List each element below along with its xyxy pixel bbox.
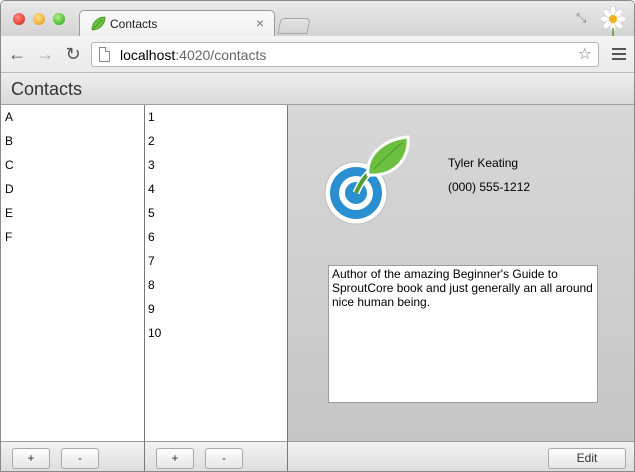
close-window-button[interactable] — [13, 13, 25, 25]
reload-button[interactable]: ↻ — [63, 44, 83, 64]
list-item[interactable]: D — [1, 177, 144, 201]
tab-title: Contacts — [110, 17, 158, 31]
list-item[interactable]: 3 — [145, 153, 287, 177]
contacts-footer: + - — [145, 441, 288, 471]
remove-group-button[interactable]: - — [61, 448, 99, 469]
new-tab-button[interactable] — [277, 18, 311, 34]
browser-tab[interactable]: Contacts × — [79, 10, 275, 37]
forward-button[interactable]: → — [35, 44, 55, 64]
list-item[interactable]: 6 — [145, 225, 287, 249]
menu-icon[interactable] — [612, 46, 626, 60]
list-item[interactable]: F — [1, 225, 144, 249]
list-item[interactable]: 9 — [145, 297, 287, 321]
list-item[interactable]: 5 — [145, 201, 287, 225]
maximize-window-button[interactable] — [53, 13, 65, 25]
minimize-window-button[interactable] — [33, 13, 45, 25]
flower-avatar-icon[interactable] — [600, 6, 626, 36]
url-text[interactable]: localhost:4020/contacts — [120, 47, 266, 63]
groups-list[interactable]: A B C D E F — [1, 105, 145, 441]
contacts-app: Contacts A B C D E F 1 2 3 4 5 6 7 8 9 1… — [1, 73, 634, 471]
add-contact-button[interactable]: + — [156, 448, 194, 469]
page-icon — [99, 47, 110, 62]
contact-bio-textarea[interactable]: Author of the amazing Beginner's Guide t… — [328, 265, 598, 403]
list-item[interactable]: E — [1, 201, 144, 225]
edit-button[interactable]: Edit — [548, 448, 626, 469]
detail-footer: Edit — [288, 441, 634, 471]
browser-window: Contacts × ⤡ ← → ↻ localhost:4020/contac… — [0, 0, 635, 472]
contact-name: Tyler Keating — [448, 156, 519, 170]
contact-phone: (000) 555-1212 — [448, 180, 531, 194]
remove-contact-button[interactable]: - — [205, 448, 243, 469]
back-button[interactable]: ← — [7, 44, 27, 64]
list-item[interactable]: C — [1, 153, 144, 177]
browser-toolbar: ← → ↻ localhost:4020/contacts ☆ — [1, 36, 634, 73]
contacts-list[interactable]: 1 2 3 4 5 6 7 8 9 10 — [145, 105, 288, 441]
contact-detail-panel: Tyler Keating (000) 555-1212 Author of t… — [288, 105, 634, 441]
list-item[interactable]: 4 — [145, 177, 287, 201]
groups-footer: + - — [1, 441, 145, 471]
list-item[interactable]: A — [1, 105, 144, 129]
app-header: Contacts — [1, 73, 634, 105]
list-item[interactable]: 7 — [145, 249, 287, 273]
sproutcore-leaf-icon — [91, 16, 106, 31]
list-item[interactable]: B — [1, 129, 144, 153]
sproutcore-logo-icon — [324, 135, 410, 225]
tab-close-icon[interactable]: × — [256, 15, 264, 31]
address-bar[interactable]: localhost:4020/contacts ☆ — [91, 42, 599, 67]
title-bar: Contacts × ⤡ — [1, 1, 634, 37]
fullscreen-icon[interactable]: ⤡ — [576, 10, 592, 26]
list-item[interactable]: 2 — [145, 129, 287, 153]
add-group-button[interactable]: + — [12, 448, 50, 469]
list-item[interactable]: 8 — [145, 273, 287, 297]
app-title: Contacts — [11, 79, 83, 99]
list-item[interactable]: 10 — [145, 321, 287, 345]
bookmark-star-icon[interactable]: ☆ — [578, 44, 592, 64]
list-item[interactable]: 1 — [145, 105, 287, 129]
